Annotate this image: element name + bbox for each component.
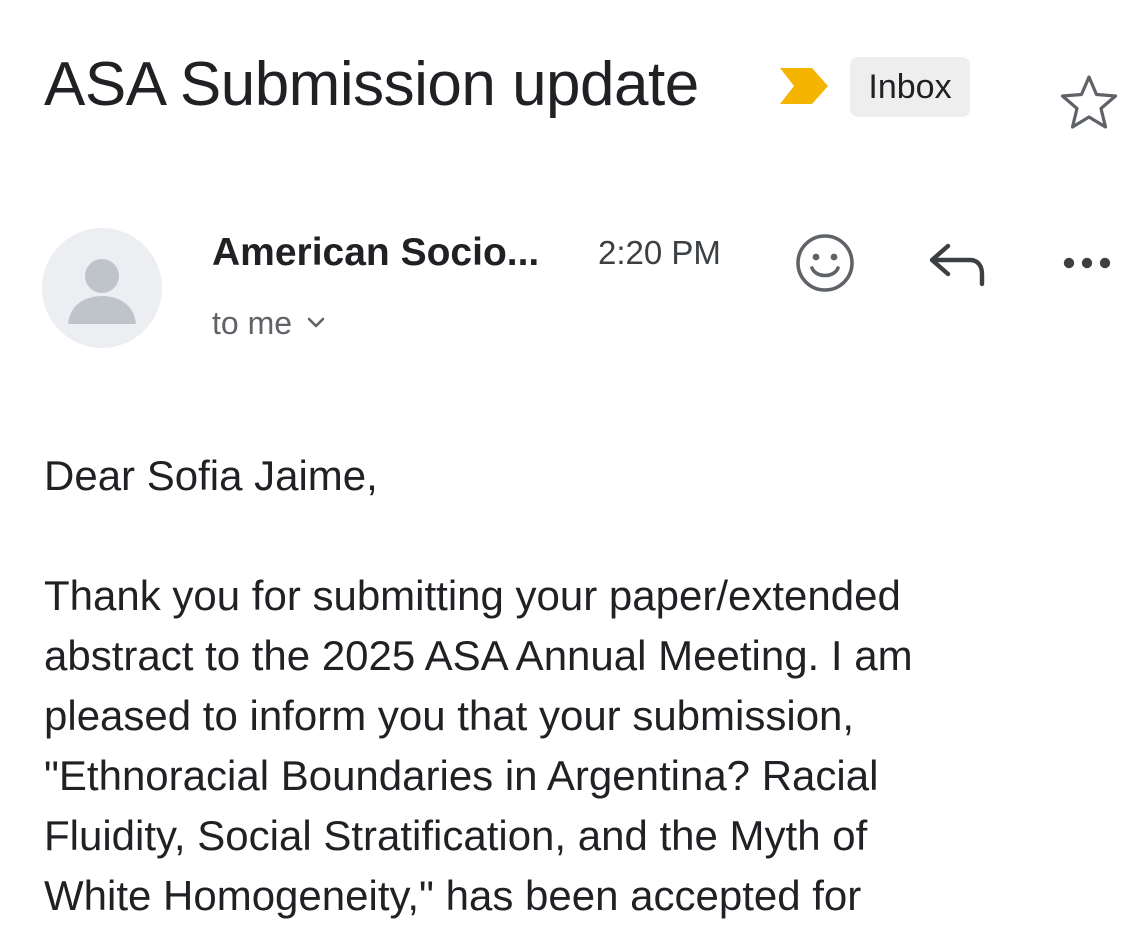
more-horizontal-icon[interactable] <box>1058 248 1120 278</box>
sender-avatar[interactable] <box>42 228 162 348</box>
reply-icon[interactable] <box>926 238 988 288</box>
recipient-details-toggle[interactable]: to me <box>212 303 326 343</box>
person-avatar-icon <box>68 259 136 324</box>
smiley-icon[interactable] <box>794 232 856 294</box>
star-icon[interactable] <box>1058 72 1120 134</box>
body-line: pleased to inform you that your submissi… <box>44 692 855 739</box>
recipient-label: to me <box>212 305 293 341</box>
body-line: "Ethnoracial Boundaries in Argentina? Ra… <box>44 752 879 799</box>
email-subject: ASA Submission update <box>44 50 699 119</box>
email-greeting: Dear Sofia Jaime, <box>44 452 378 499</box>
body-line: Thank you for submitting your paper/exte… <box>44 572 901 619</box>
body-line: Fluidity, Social Stratification, and the… <box>44 812 868 859</box>
chevron-down-icon <box>307 317 325 328</box>
sender-name[interactable]: American Socio... <box>212 230 539 276</box>
body-line: abstract to the 2025 ASA Annual Meeting.… <box>44 632 913 679</box>
inbox-label-chip[interactable]: Inbox <box>850 57 970 117</box>
email-view: ASA Submission update Inbox American Soc… <box>0 0 1142 936</box>
body-line: White Homogeneity," has been accepted fo… <box>44 872 862 919</box>
importance-marker-icon[interactable] <box>776 64 832 108</box>
email-time: 2:20 PM <box>598 234 721 271</box>
email-body: Thank you for submitting your paper/exte… <box>44 566 1134 926</box>
